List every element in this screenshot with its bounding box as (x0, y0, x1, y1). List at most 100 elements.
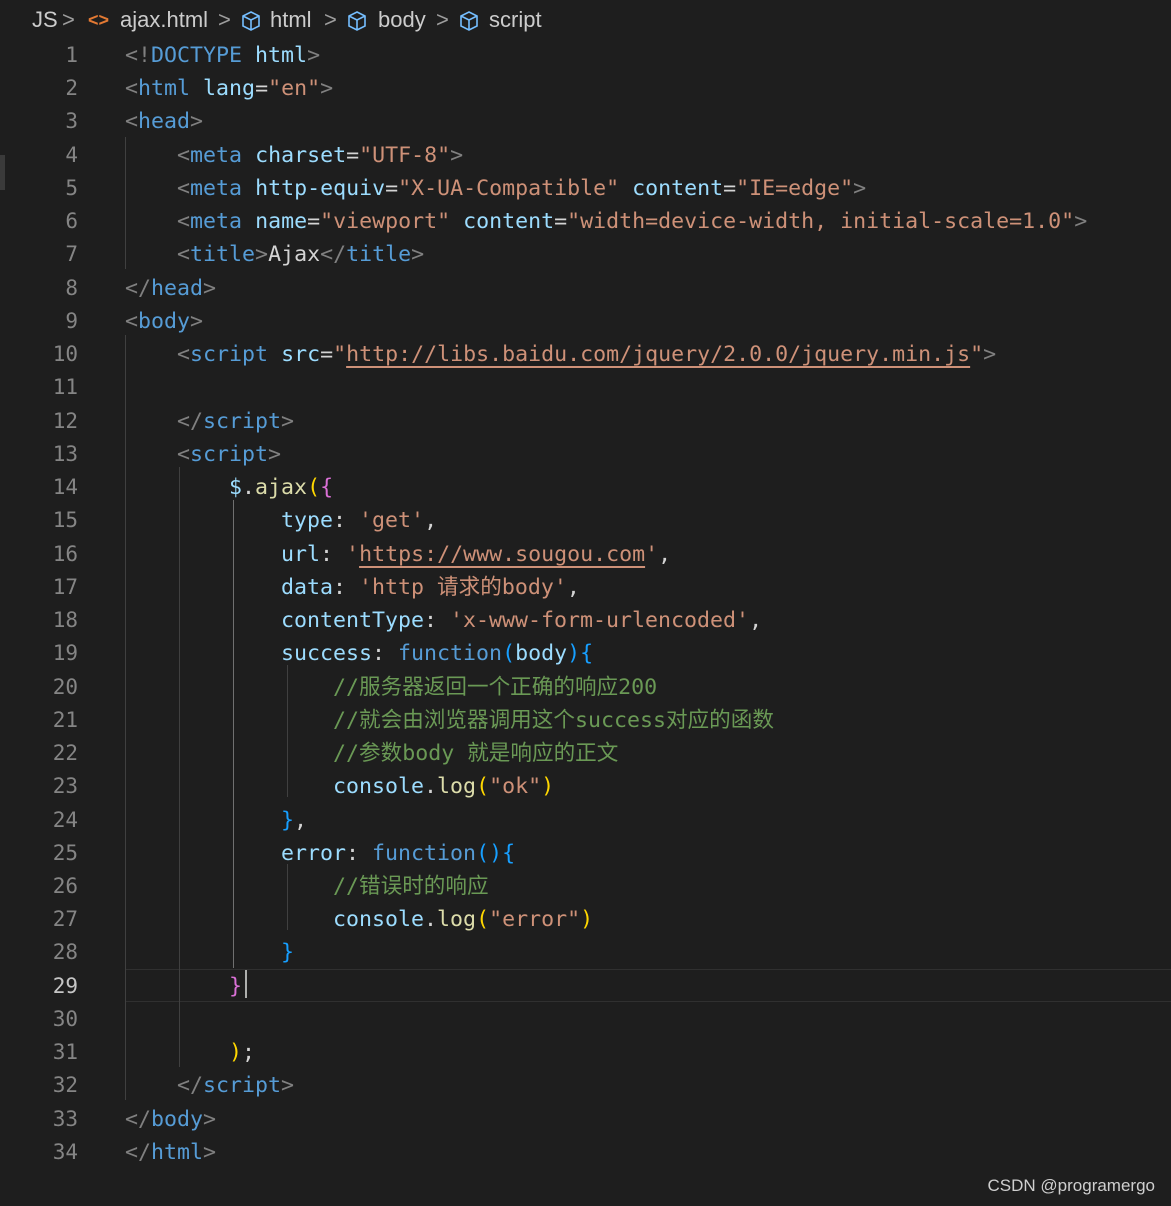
code-token: = (307, 209, 321, 235)
code-token: ( (307, 475, 321, 501)
code-token: > (450, 142, 464, 168)
code-token: , (566, 574, 580, 600)
code-line[interactable]: error: function(){ (125, 837, 515, 870)
line-number: 14 (52, 475, 78, 500)
code-line[interactable]: </html> (125, 1136, 216, 1169)
code-token: ) (580, 907, 594, 933)
code-token: > (190, 308, 204, 334)
code-token: ajax (255, 475, 308, 501)
code-token: "en" (268, 76, 321, 102)
code-line[interactable]: <script> (125, 438, 281, 471)
line-number: 31 (52, 1040, 78, 1065)
code-line[interactable]: <html lang="en"> (125, 72, 333, 105)
code-token: = (554, 209, 568, 235)
code-token: Ajax (268, 242, 321, 268)
code-token: "viewport" (320, 209, 451, 235)
code-line[interactable]: <meta name="viewport" content="width=dev… (125, 205, 1087, 238)
breadcrumb-item-script[interactable]: script (489, 6, 542, 34)
code-token: ' (346, 541, 360, 567)
code-line[interactable]: ); (125, 1036, 255, 1069)
code-token: = (320, 342, 334, 368)
line-number: 9 (65, 308, 78, 333)
code-token: : (320, 541, 347, 567)
code-token: html (151, 1139, 204, 1165)
breadcrumb-root[interactable]: JS (32, 6, 58, 34)
code-line[interactable]: console.log("error") (125, 903, 593, 936)
code-token: , (294, 807, 308, 833)
code-token: } (229, 973, 243, 999)
breadcrumb-file[interactable]: ajax.html (120, 6, 208, 34)
code-line[interactable]: //错误时的响应 (125, 870, 489, 903)
code-line[interactable]: </head> (125, 272, 216, 305)
code-line[interactable]: <body> (125, 305, 203, 338)
code-token: , (658, 541, 672, 567)
code-token: ' (645, 541, 659, 567)
code-token: ) (489, 840, 503, 866)
code-token: ; (242, 1040, 256, 1066)
code-line[interactable]: } (125, 936, 294, 969)
code-token: </ (320, 242, 347, 268)
code-token: script (203, 408, 282, 434)
code-line[interactable]: console.log("ok") (125, 770, 554, 803)
code-line[interactable]: data: 'http 请求的body', (125, 571, 580, 604)
code-token: . (424, 907, 438, 933)
code-line[interactable]: </script> (125, 405, 294, 438)
code-token: < (177, 142, 191, 168)
line-number: 30 (52, 1006, 78, 1031)
code-token: > (1074, 209, 1088, 235)
code-token: 'get' (359, 508, 425, 534)
line-number: 33 (52, 1106, 78, 1131)
breadcrumb-item-body[interactable]: body (378, 6, 426, 34)
code-line[interactable]: $.ajax({ (125, 471, 333, 504)
code-line[interactable]: </script> (125, 1069, 294, 1102)
line-number: 19 (52, 641, 78, 666)
code-line[interactable]: url: 'https://www.sougou.com', (125, 538, 671, 571)
code-token: https://www.sougou.com (359, 541, 646, 567)
line-number: 10 (52, 342, 78, 367)
code-line[interactable]: <title>Ajax</title> (125, 238, 424, 271)
code-line[interactable]: <script src="http://libs.baidu.com/jquer… (125, 338, 996, 371)
symbol-element-icon (348, 11, 366, 31)
line-number: 26 (52, 874, 78, 898)
line-number: 15 (52, 508, 78, 533)
code-line[interactable]: }, (125, 804, 307, 837)
code-token: url (281, 541, 321, 567)
code-line[interactable]: } (125, 970, 242, 1003)
code-line[interactable]: //就会由浏览器调用这个success对应的函数 (125, 704, 774, 737)
code-line[interactable]: type: 'get', (125, 504, 437, 537)
code-line[interactable]: //服务器返回一个正确的响应200 (125, 671, 657, 704)
code-token: = (255, 76, 269, 102)
code-token: head (138, 109, 191, 135)
code-token: < (177, 242, 191, 268)
code-line[interactable]: success: function(body){ (125, 637, 593, 670)
code-token: : (372, 641, 399, 667)
code-line[interactable]: <head> (125, 105, 203, 138)
code-line[interactable]: contentType: 'x-www-form-urlencoded', (125, 604, 762, 637)
code-token: //错误时的响应 (333, 874, 489, 899)
code-line[interactable]: <meta http-equiv="X-UA-Compatible" conte… (125, 172, 866, 205)
code-editor[interactable]: 1 2 3 4 5 6 7 8 9 10 11 12 13 14 15 16 17 18 19 20 21 22 23 24 2… (0, 38, 1171, 1178)
code-line[interactable]: <!DOCTYPE html> (125, 39, 320, 72)
code-token: charset (255, 142, 347, 168)
breadcrumb-item-html[interactable]: html (270, 6, 312, 34)
code-token: function (372, 840, 477, 866)
code-token: < (125, 308, 139, 334)
code-token: body (151, 1106, 204, 1132)
code-line[interactable]: //参数body 就是响应的正文 (125, 737, 618, 770)
code-line[interactable]: <meta charset="UTF-8"> (125, 139, 463, 172)
code-token: <! (125, 43, 152, 68)
code-token: " (333, 342, 347, 368)
code-line[interactable]: </body> (125, 1103, 216, 1136)
